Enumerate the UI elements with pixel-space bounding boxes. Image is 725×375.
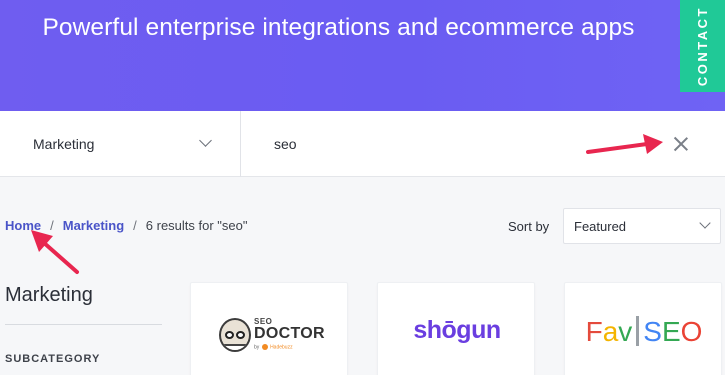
- contact-tab-label: CONTACT: [695, 5, 710, 87]
- logo-text: DOCTOR: [254, 325, 325, 342]
- clear-search-icon[interactable]: [672, 135, 690, 153]
- app-card-seo-doctor[interactable]: SEO DOCTOR by Hadebuzz: [190, 282, 348, 375]
- sort-select[interactable]: Featured: [563, 208, 721, 244]
- search-box: [242, 111, 725, 177]
- sort-select-value: Featured: [574, 219, 627, 234]
- breadcrumb-category-link[interactable]: Marketing: [63, 218, 124, 233]
- category-select-value: Marketing: [33, 136, 95, 152]
- hero-banner: Powerful enterprise integrations and eco…: [0, 0, 725, 111]
- subcategory-heading: SUBCATEGORY: [5, 353, 101, 365]
- breadcrumb-home-link[interactable]: Home: [5, 218, 41, 233]
- chevron-down-icon: [699, 217, 711, 229]
- app-card-shogun[interactable]: shōgun: [377, 282, 535, 375]
- favseo-logo: Fav SEO: [585, 316, 703, 347]
- sidebar-heading: Marketing: [5, 284, 93, 306]
- filter-bar: Marketing: [0, 111, 725, 177]
- app-card-favseo[interactable]: Fav SEO: [564, 282, 722, 375]
- breadcrumb: Home / Marketing / 6 results for "seo": [5, 218, 248, 233]
- seo-doctor-logo: SEO DOCTOR by Hadebuzz: [219, 316, 329, 356]
- results-count: 6 results for "seo": [145, 218, 248, 233]
- chevron-down-icon: [199, 134, 212, 147]
- sort-by-label: Sort by: [508, 219, 550, 234]
- sidebar-divider: [5, 324, 162, 325]
- doctor-mascot-icon: [219, 318, 251, 352]
- category-select[interactable]: Marketing: [0, 111, 241, 177]
- logo-byline: by Hadebuzz: [254, 344, 293, 351]
- shogun-logo: shōgun: [413, 316, 501, 344]
- hero-title: Powerful enterprise integrations and eco…: [42, 14, 635, 41]
- breadcrumb-separator: /: [50, 218, 54, 233]
- annotation-arrow-home: [31, 230, 79, 274]
- contact-tab[interactable]: CONTACT: [680, 0, 725, 92]
- search-input[interactable]: [274, 131, 574, 157]
- breadcrumb-separator: /: [133, 218, 137, 233]
